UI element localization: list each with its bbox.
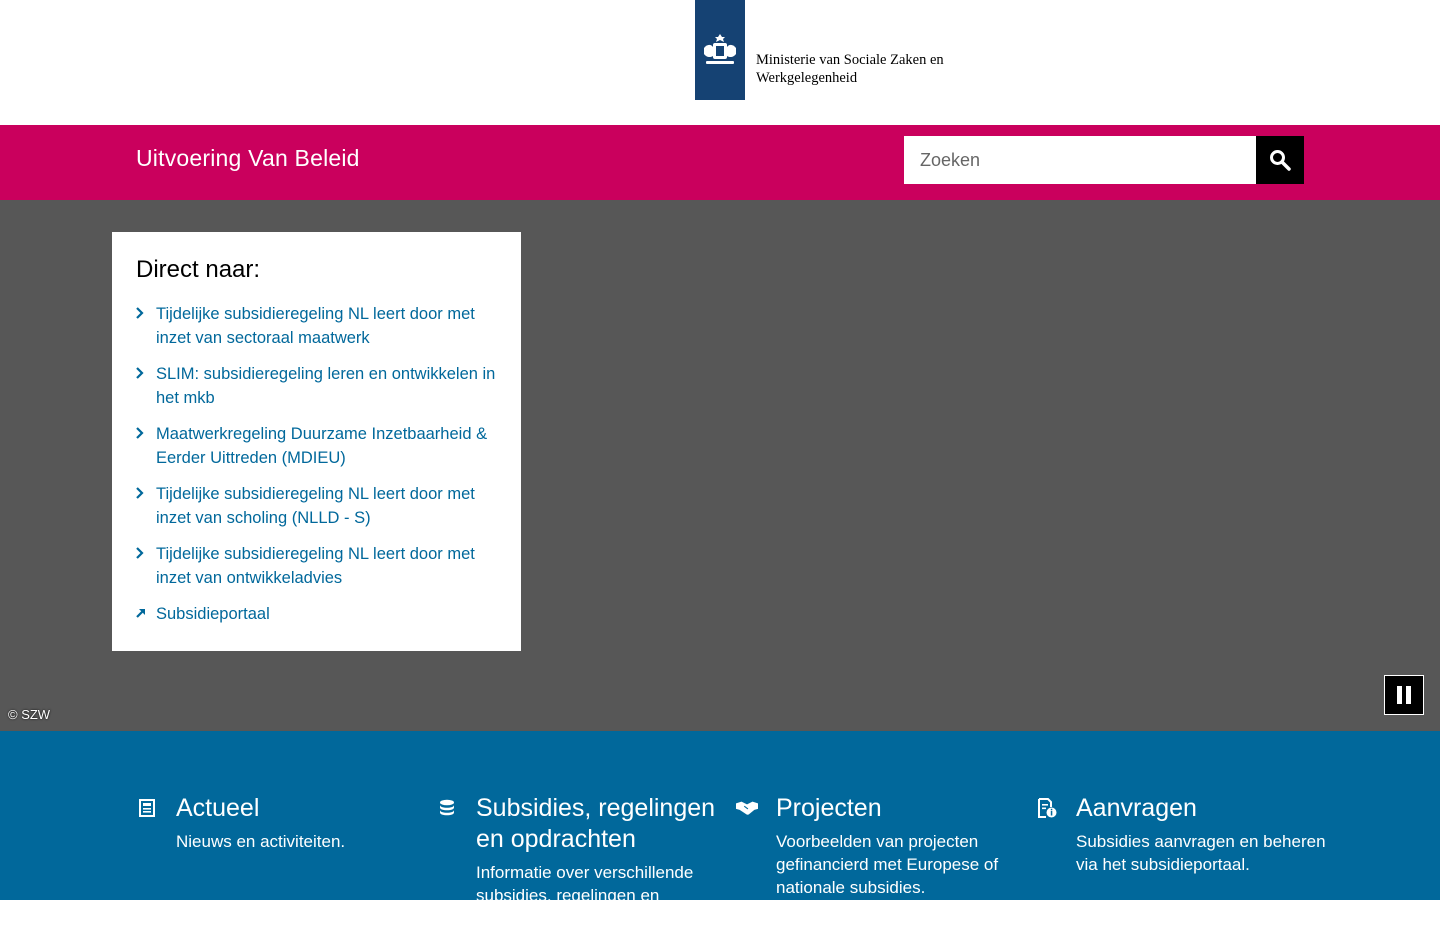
- search-form: [904, 136, 1304, 184]
- card-projecten[interactable]: Projecten Voorbeelden van projecten gefi…: [736, 793, 1036, 899]
- list-item: Tijdelijke subsidieregeling NL leert doo…: [136, 302, 497, 350]
- coat-of-arms-icon: [695, 0, 745, 100]
- direct-links-title: Direct naar:: [136, 256, 261, 283]
- search-icon: [1270, 150, 1291, 171]
- newspaper-icon: [136, 797, 158, 819]
- direct-link[interactable]: SLIM: subsidieregeling leren en ontwikke…: [156, 365, 495, 407]
- external-link-icon: [135, 602, 147, 626]
- chevron-right-icon: [135, 302, 147, 326]
- chevron-right-icon: [135, 482, 147, 506]
- card-aanvragen[interactable]: Aanvragen Subsidies aanvragen en beheren…: [1038, 793, 1336, 876]
- list-item: Subsidieportaal: [136, 602, 497, 626]
- search-input[interactable]: [904, 136, 1256, 184]
- card-description: Informatie over verschillende subsidies,…: [476, 863, 694, 928]
- card-description: Nieuws en activiteiten.: [176, 832, 346, 851]
- chevron-right-icon: [135, 542, 147, 566]
- direct-link[interactable]: Tijdelijke subsidieregeling NL leert doo…: [156, 545, 475, 587]
- card-title[interactable]: Actueel: [176, 793, 436, 824]
- document-info-icon: [1036, 797, 1058, 819]
- card-title[interactable]: Aanvragen: [1076, 793, 1336, 824]
- ministry-logo[interactable]: Ministerie van Sociale Zaken en Werkgele…: [695, 0, 956, 100]
- card-title[interactable]: Subsidies, regelingen en opdrachten: [476, 793, 736, 855]
- pause-icon: [1395, 686, 1413, 704]
- direct-link[interactable]: Tijdelijke subsidieregeling NL leert doo…: [156, 485, 475, 527]
- pause-button[interactable]: [1384, 675, 1424, 715]
- site-title[interactable]: Uitvoering Van Beleid: [136, 145, 360, 172]
- blue-cards-section: Actueel Nieuws en activiteiten. Subsidie…: [0, 731, 1440, 928]
- ministry-name: Ministerie van Sociale Zaken en Werkgele…: [756, 51, 956, 87]
- ministry-name-line1: Ministerie van Sociale Zaken en: [756, 52, 944, 68]
- direct-links-list: Tijdelijke subsidieregeling NL leert doo…: [136, 302, 497, 626]
- image-copyright: © SZW: [8, 707, 51, 722]
- coins-icon: [436, 797, 458, 819]
- card-subsidies[interactable]: Subsidies, regelingen en opdrachten Info…: [440, 793, 736, 930]
- list-item: Tijdelijke subsidieregeling NL leert doo…: [136, 482, 497, 530]
- chevron-right-icon: [135, 362, 147, 386]
- search-button[interactable]: [1256, 136, 1304, 184]
- site-bar: Uitvoering Van Beleid: [0, 125, 1440, 200]
- card-description: Subsidies aanvragen en beheren via het s…: [1076, 832, 1326, 874]
- top-header: Ministerie van Sociale Zaken en Werkgele…: [0, 0, 1440, 125]
- direct-link[interactable]: Tijdelijke subsidieregeling NL leert doo…: [156, 305, 475, 347]
- chevron-right-icon: [135, 422, 147, 446]
- ministry-name-line2: Werkgelegenheid: [756, 70, 858, 86]
- handshake-icon: [736, 797, 758, 819]
- card-title[interactable]: Projecten: [776, 793, 1036, 824]
- direct-link[interactable]: Maatwerkregeling Duurzame Inzetbaarheid …: [156, 425, 487, 467]
- list-item: Tijdelijke subsidieregeling NL leert doo…: [136, 542, 497, 590]
- subsidieportaal-link[interactable]: Subsidieportaal: [156, 605, 270, 623]
- card-actueel[interactable]: Actueel Nieuws en activiteiten.: [139, 793, 436, 853]
- list-item: Maatwerkregeling Duurzame Inzetbaarheid …: [136, 422, 497, 470]
- card-description: Voorbeelden van projecten gefinancierd m…: [776, 832, 999, 897]
- list-item: SLIM: subsidieregeling leren en ontwikke…: [136, 362, 497, 410]
- direct-links-box: Direct naar: Tijdelijke subsidieregeling…: [112, 232, 521, 651]
- hero-banner: Direct naar: Tijdelijke subsidieregeling…: [0, 200, 1440, 731]
